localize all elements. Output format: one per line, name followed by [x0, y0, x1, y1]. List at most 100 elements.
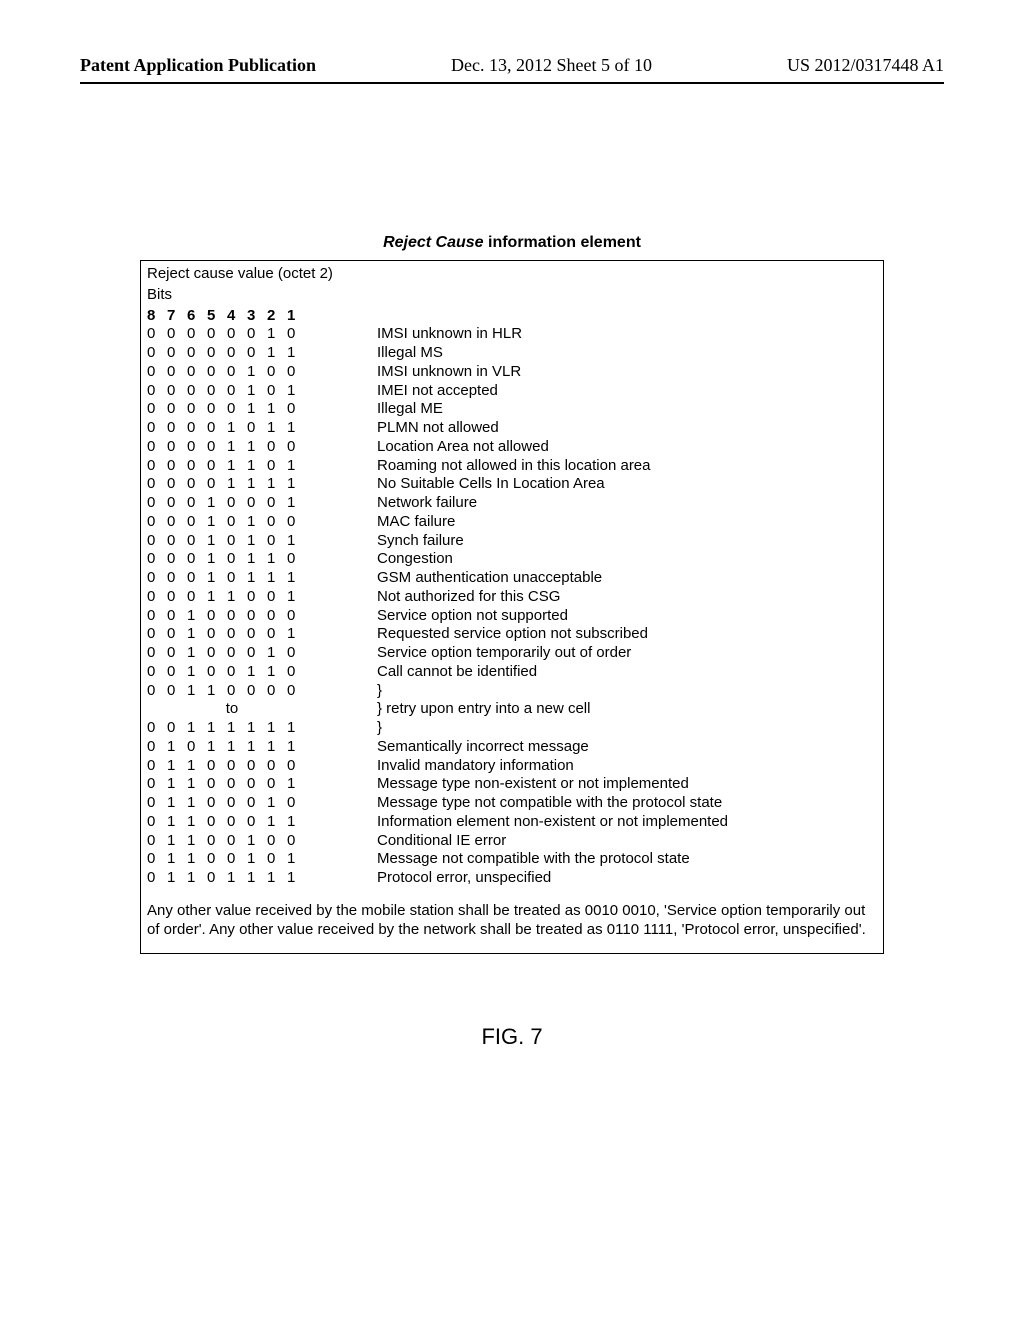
table-row: 01100011Information element non-existent…: [147, 813, 877, 832]
table-row: 00010101Synch failure: [147, 532, 877, 551]
figure-label: FIG. 7: [80, 1024, 944, 1050]
table-row: 01101111Protocol error, unspecified: [147, 869, 877, 888]
desc-cell: }: [317, 719, 877, 738]
desc-cell: No Suitable Cells In Location Area: [317, 475, 877, 494]
bits-cell: 00001101: [147, 457, 317, 476]
bits-cell: 00100110: [147, 663, 317, 682]
bits-cell: 00001100: [147, 438, 317, 457]
desc-cell: Roaming not allowed in this location are…: [317, 457, 877, 476]
table-row: 00010110Congestion: [147, 550, 877, 569]
desc-cell: IMEI not accepted: [317, 382, 877, 401]
desc-cell: Information element non-existent or not …: [317, 813, 877, 832]
bits-cell: 00000101: [147, 382, 317, 401]
table-row: 00000101IMEI not accepted: [147, 382, 877, 401]
table-row: 00010111GSM authentication unacceptable: [147, 569, 877, 588]
bits-cell: 01100000: [147, 757, 317, 776]
bits-cell: 01100001: [147, 775, 317, 794]
bits-cell: 00010101: [147, 532, 317, 551]
bits-cell: 01100011: [147, 813, 317, 832]
desc-cell: Message not compatible with the protocol…: [317, 850, 877, 869]
header-mid: Dec. 13, 2012 Sheet 5 of 10: [451, 55, 652, 76]
desc-cell: Synch failure: [317, 532, 877, 551]
table-row: 00001111No Suitable Cells In Location Ar…: [147, 475, 877, 494]
desc-cell: Call cannot be identified: [317, 663, 877, 682]
bits-cell: 01100010: [147, 794, 317, 813]
bits-cell: 01101111: [147, 869, 317, 888]
table-row: 00000100IMSI unknown in VLR: [147, 363, 877, 382]
desc-cell: Service option not supported: [317, 607, 877, 626]
table-row: 01011111Semantically incorrect message: [147, 738, 877, 757]
desc-cell: Location Area not allowed: [317, 438, 877, 457]
bits-cell: 00010100: [147, 513, 317, 532]
bits-cell: 00100000: [147, 607, 317, 626]
bits-cell: 00100010: [147, 644, 317, 663]
table-row: 00100000Service option not supported: [147, 607, 877, 626]
table-row: 00100010Service option temporarily out o…: [147, 644, 877, 663]
bits-cell: 00010110: [147, 550, 317, 569]
table-row: 01100001Message type non-existent or not…: [147, 775, 877, 794]
bits-cell: 00000110: [147, 400, 317, 419]
table-row: 00000011Illegal MS: [147, 344, 877, 363]
table-row: 00010001Network failure: [147, 494, 877, 513]
table-row: 00100110Call cannot be identified: [147, 663, 877, 682]
desc-cell: IMSI unknown in VLR: [317, 363, 877, 382]
table-row: 00100001Requested service option not sub…: [147, 625, 877, 644]
to-label: to: [147, 700, 317, 719]
table-row: 00001101Roaming not allowed in this loca…: [147, 457, 877, 476]
bits-cell: 00001011: [147, 419, 317, 438]
table-caption: Reject Cause information element: [80, 234, 944, 252]
desc-cell: Illegal MS: [317, 344, 877, 363]
table-title-1: Reject cause value (octet 2): [147, 265, 877, 284]
table-footnote: Any other value received by the mobile s…: [147, 902, 877, 940]
bits-cell: 00000010: [147, 325, 317, 344]
table-row: 01100010Message type not compatible with…: [147, 794, 877, 813]
table-row: 01100101Message not compatible with the …: [147, 850, 877, 869]
bits-cell: 00000100: [147, 363, 317, 382]
desc-cell: MAC failure: [317, 513, 877, 532]
header-left: Patent Application Publication: [80, 55, 316, 76]
bits-cell: 00010001: [147, 494, 317, 513]
bits-cell: 00010111: [147, 569, 317, 588]
desc-cell: }: [317, 682, 877, 701]
bits-cell: 01100100: [147, 832, 317, 851]
desc-cell: Service option temporarily out of order: [317, 644, 877, 663]
table-row: 00001100Location Area not allowed: [147, 438, 877, 457]
header-rule: [80, 82, 944, 84]
table-row: 00001011PLMN not allowed: [147, 419, 877, 438]
bits-cell: 00110000: [147, 682, 317, 701]
desc-cell: Message type non-existent or not impleme…: [317, 775, 877, 794]
table-row: 00000010IMSI unknown in HLR: [147, 325, 877, 344]
desc-cell: Message type not compatible with the pro…: [317, 794, 877, 813]
bits-cell: 00111111: [147, 719, 317, 738]
desc-cell: Illegal ME: [317, 400, 877, 419]
bits-cell: 00011001: [147, 588, 317, 607]
caption-bold: information element: [484, 234, 641, 251]
bits-cell: 00100001: [147, 625, 317, 644]
desc-cell: PLMN not allowed: [317, 419, 877, 438]
table-row: 00110000}: [147, 682, 877, 701]
desc-cell: Protocol error, unspecified: [317, 869, 877, 888]
desc-cell: Congestion: [317, 550, 877, 569]
table-row: 00000110Illegal ME: [147, 400, 877, 419]
desc-cell: Requested service option not subscribed: [317, 625, 877, 644]
desc-cell: Conditional IE error: [317, 832, 877, 851]
bits-header-row: 87654321: [147, 307, 317, 326]
header-right: US 2012/0317448 A1: [787, 55, 944, 76]
bits-cell: 01100101: [147, 850, 317, 869]
table-row: 00111111}: [147, 719, 877, 738]
table-row: 01100100Conditional IE error: [147, 832, 877, 851]
table-row: 01100000Invalid mandatory information: [147, 757, 877, 776]
table-row: 00010100MAC failure: [147, 513, 877, 532]
reject-cause-table: Reject cause value (octet 2) Bits 876543…: [140, 260, 884, 954]
caption-italic: Reject Cause: [383, 234, 484, 251]
table-row: 00011001Not authorized for this CSG: [147, 588, 877, 607]
desc-cell: Network failure: [317, 494, 877, 513]
desc-cell: Not authorized for this CSG: [317, 588, 877, 607]
to-desc: } retry upon entry into a new cell: [317, 700, 877, 719]
desc-cell: Semantically incorrect message: [317, 738, 877, 757]
bits-cell: 01011111: [147, 738, 317, 757]
bits-cell: 00001111: [147, 475, 317, 494]
desc-cell: Invalid mandatory information: [317, 757, 877, 776]
desc-cell: GSM authentication unacceptable: [317, 569, 877, 588]
table-title-2: Bits: [147, 286, 877, 305]
